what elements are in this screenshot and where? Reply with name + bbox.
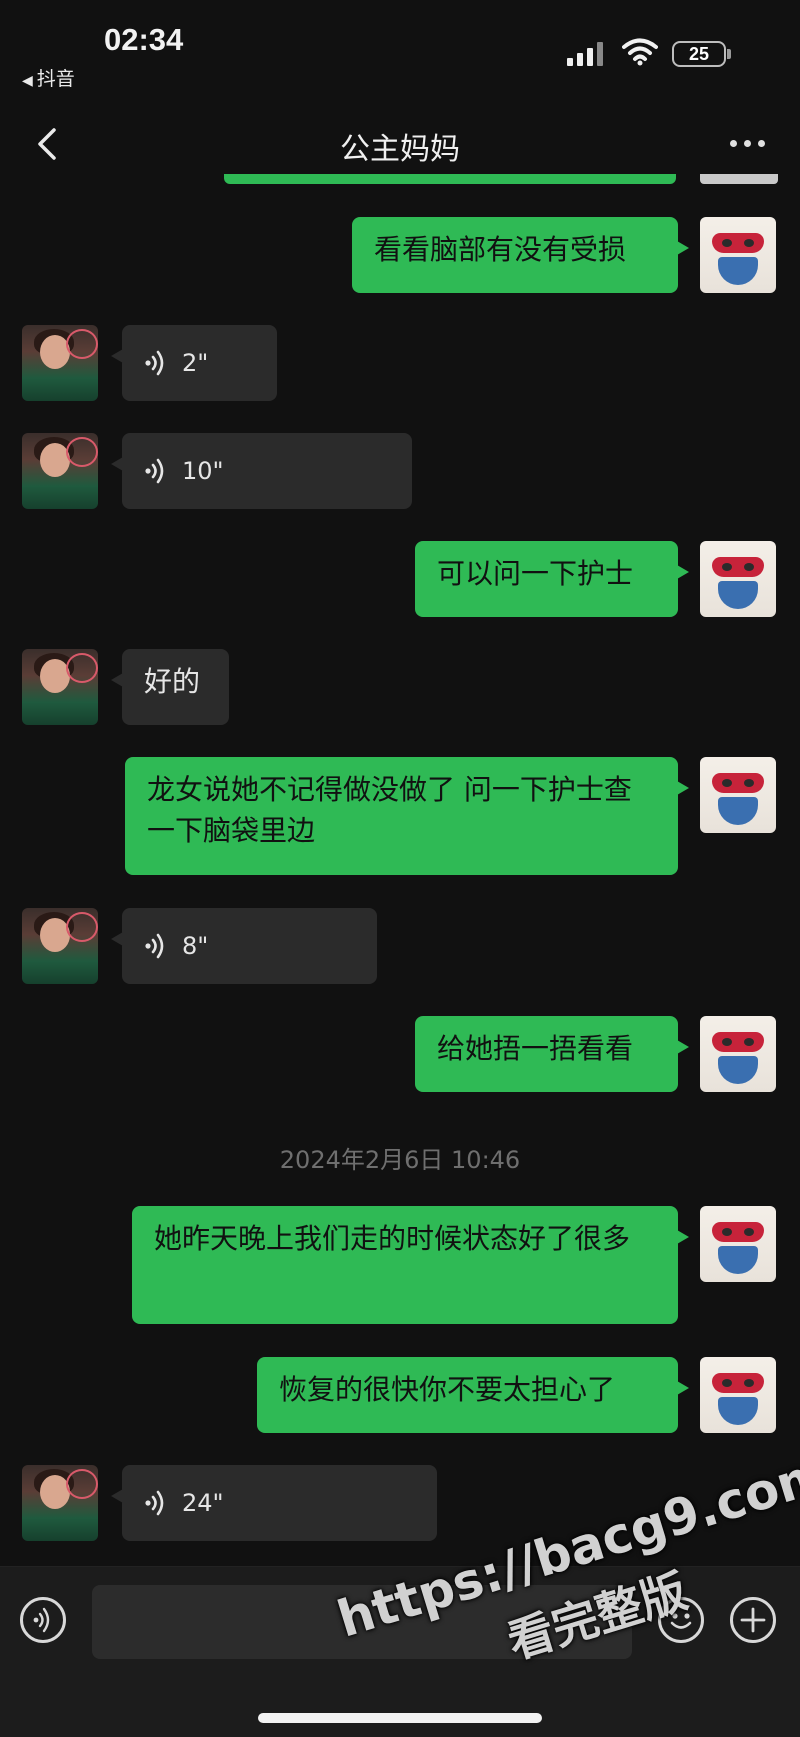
message-input[interactable] (92, 1585, 632, 1659)
signal-icon (567, 40, 607, 66)
message-bubble-sent[interactable]: 恢复的很快你不要太担心了 (257, 1357, 689, 1433)
status-bar: 02:34 ◀ 抖音 25 (0, 0, 800, 110)
voice-duration: 8" (182, 931, 209, 960)
voice-wave-icon (145, 1490, 164, 1516)
contact-avatar[interactable] (22, 908, 98, 984)
voice-wave-icon (145, 350, 164, 376)
status-time: 02:34 (104, 22, 184, 57)
voice-duration: 2" (182, 348, 209, 377)
message-text: 好的 (144, 665, 201, 698)
contact-avatar[interactable] (22, 1465, 98, 1541)
message-text: 看看脑部有没有受损 (374, 233, 627, 266)
plus-icon[interactable] (730, 1597, 776, 1643)
input-bar (0, 1566, 800, 1737)
message-text: 恢复的很快你不要太担心了 (279, 1373, 616, 1406)
chat-title: 公主妈妈 (340, 132, 460, 167)
previous-avatar-edge (700, 174, 778, 184)
contact-avatar[interactable] (22, 433, 98, 509)
message-text: 可以问一下护士 (437, 557, 634, 590)
chat-header: 公主妈妈 (0, 110, 800, 182)
message-text: 给她捂一捂看看 (437, 1032, 634, 1065)
voice-mode-icon[interactable] (20, 1597, 66, 1643)
voice-wave-icon (145, 933, 164, 959)
my-avatar[interactable] (700, 541, 776, 617)
previous-bubble-edge (224, 174, 676, 184)
voice-message[interactable]: 2" (111, 325, 277, 401)
message-bubble-sent[interactable]: 给她捂一捂看看 (415, 1016, 689, 1092)
home-indicator[interactable] (258, 1713, 542, 1723)
message-text: 龙女说她不记得做没做了 问一下护士查一下脑袋里边 (147, 773, 632, 847)
my-avatar[interactable] (700, 1357, 776, 1433)
message-text: 她昨天晚上我们走的时候状态好了很多 (154, 1222, 631, 1255)
chat-timestamp: 2024年2月6日 10:46 (279, 1146, 521, 1174)
voice-wave-icon (145, 458, 164, 484)
my-avatar[interactable] (700, 217, 776, 293)
my-avatar[interactable] (700, 1016, 776, 1092)
contact-avatar[interactable] (22, 325, 98, 401)
voice-message[interactable]: 8" (111, 908, 377, 984)
my-avatar[interactable] (700, 1206, 776, 1282)
more-icon[interactable] (728, 132, 768, 156)
back-to-app-link[interactable]: ◀ 抖音 (22, 64, 75, 91)
battery-level: 25 (688, 44, 710, 64)
message-bubble-sent[interactable]: 可以问一下护士 (415, 541, 689, 617)
battery-icon: 25 (672, 41, 726, 67)
back-app-label: 抖音 (36, 68, 75, 90)
my-avatar[interactable] (700, 757, 776, 833)
voice-duration: 24" (182, 1488, 224, 1517)
voice-message[interactable]: 10" (111, 433, 412, 509)
wifi-icon (622, 38, 658, 66)
message-bubble-sent[interactable]: 她昨天晚上我们走的时候状态好了很多 (132, 1206, 689, 1324)
contact-avatar[interactable] (22, 649, 98, 725)
message-bubble-received[interactable]: 好的 (111, 649, 229, 725)
voice-message[interactable]: 24" (111, 1465, 437, 1541)
emoji-icon[interactable] (658, 1597, 704, 1643)
message-bubble-sent[interactable]: 看看脑部有没有受损 (352, 217, 689, 293)
battery-tip (727, 49, 731, 59)
voice-duration: 10" (182, 456, 224, 485)
back-triangle-icon: ◀ (22, 73, 33, 89)
message-bubble-sent[interactable]: 龙女说她不记得做没做了 问一下护士查一下脑袋里边 (125, 757, 689, 875)
